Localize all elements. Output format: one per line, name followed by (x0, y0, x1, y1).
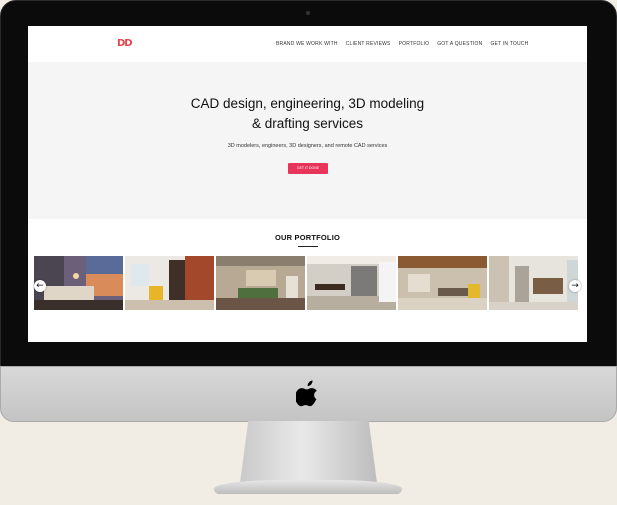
nav-brands[interactable]: BRAND WE WORK WITH (276, 41, 338, 47)
hero-section: CAD design, engineering, 3D modeling & d… (28, 62, 587, 219)
apple-logo-icon (296, 380, 318, 407)
monitor-stand-base (214, 480, 402, 494)
hero-title-line-1: CAD design, engineering, 3D modeling (190, 96, 425, 111)
hero-subtitle: 3D modelers, engineers, 3D designers, an… (227, 143, 388, 149)
camera-dot (306, 11, 310, 15)
nav-question[interactable]: GOT A QUESTION (437, 41, 482, 47)
carousel-next-button[interactable]: → (569, 280, 581, 292)
carousel-prev-button[interactable]: ← (34, 280, 46, 292)
site-logo[interactable]: DD (117, 38, 133, 49)
portfolio-thumb-dining[interactable] (307, 256, 396, 310)
portfolio-title-underline (298, 246, 318, 247)
get-it-done-button[interactable]: GET IT DONE (288, 163, 328, 174)
main-nav: BRAND WE WORK WITH CLIENT REVIEWS PORTFO… (276, 41, 528, 47)
portfolio-thumb-bedroom[interactable] (34, 256, 123, 310)
portfolio-thumb-living-yellow[interactable] (125, 256, 214, 310)
arrow-right-icon: → (571, 281, 579, 291)
arrow-left-icon: ← (36, 281, 44, 291)
nav-portfolio[interactable]: PORTFOLIO (399, 41, 430, 47)
portfolio-thumb-kitchen[interactable] (489, 256, 578, 310)
nav-get-in-touch[interactable]: GET IN TOUCH (490, 41, 528, 47)
portfolio-title: OUR PORTFOLIO (274, 233, 341, 242)
portfolio-carousel (34, 256, 582, 310)
portfolio-thumb-living-green[interactable] (216, 256, 305, 310)
monitor-stand-neck (240, 421, 377, 483)
site-header: DD BRAND WE WORK WITH CLIENT REVIEWS POR… (28, 26, 587, 62)
hero-title: CAD design, engineering, 3D modeling & d… (28, 94, 587, 134)
nav-client-reviews[interactable]: CLIENT REVIEWS (346, 41, 391, 47)
portfolio-thumb-wood-ceiling[interactable] (398, 256, 487, 310)
hero-title-line-2: & drafting services (251, 116, 364, 131)
website-screen: DD BRAND WE WORK WITH CLIENT REVIEWS POR… (28, 26, 587, 342)
